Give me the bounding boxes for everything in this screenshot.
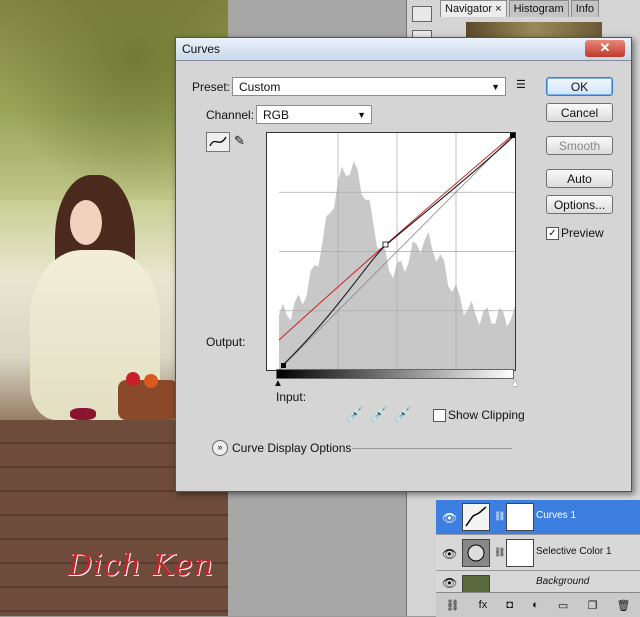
- tab-histogram[interactable]: Histogram: [508, 0, 569, 17]
- layer-mask-thumb[interactable]: [506, 539, 534, 567]
- curve-control-point: [382, 241, 389, 248]
- curves-dialog: Curves ✕ Preset: Custom ▼ ☰ Channel: RGB…: [175, 37, 632, 492]
- curve-endpoint-black: [281, 363, 286, 368]
- layer-name: Selective Color 1: [536, 546, 612, 557]
- curve-endpoint-white: [510, 133, 515, 138]
- close-button[interactable]: ✕: [585, 40, 625, 57]
- preset-label: Preset:: [192, 80, 231, 94]
- black-point-slider[interactable]: ▲: [273, 378, 283, 389]
- preview-label: Preview: [561, 226, 604, 240]
- smooth-button[interactable]: Smooth: [546, 136, 613, 155]
- new-layer-icon[interactable]: ❐: [587, 599, 597, 612]
- input-gradient-bar: [276, 369, 514, 379]
- eye-icon[interactable]: 👁: [442, 511, 457, 525]
- adjustment-icon[interactable]: ◐: [532, 599, 539, 611]
- chevron-down-icon: ▼: [357, 110, 366, 120]
- navigator-tabs: Navigator × Histogram Info: [440, 0, 601, 18]
- photo-woman-face: [70, 200, 102, 245]
- fx-icon[interactable]: fx: [479, 599, 488, 611]
- curve-edit-icon: [209, 136, 227, 147]
- show-clipping-checkbox[interactable]: [433, 409, 446, 422]
- auto-button[interactable]: Auto: [546, 169, 613, 188]
- preset-select[interactable]: Custom ▼: [232, 77, 506, 96]
- tab-navigator[interactable]: Navigator ×: [440, 0, 507, 17]
- photo-grapes: [70, 408, 96, 420]
- channel-select[interactable]: RGB ▼: [256, 105, 372, 124]
- expand-chevron-icon[interactable]: »: [212, 440, 228, 456]
- black-eyedropper-icon[interactable]: 💉: [346, 406, 363, 423]
- background-thumb: [462, 575, 490, 592]
- link-icon: ⛓: [494, 547, 506, 557]
- link-icon: ⛓: [494, 511, 506, 521]
- curve-point-tool[interactable]: [206, 132, 230, 152]
- photo-apple: [126, 372, 140, 386]
- channel-value: RGB: [263, 108, 290, 122]
- eye-icon[interactable]: 👁: [442, 547, 457, 561]
- output-label: Output:: [206, 335, 246, 349]
- options-divider: [352, 448, 512, 449]
- selective-color-icon: [462, 539, 490, 567]
- tab-info[interactable]: Info: [570, 0, 600, 17]
- dialog-titlebar[interactable]: Curves ✕: [176, 38, 631, 61]
- layer-row-selective-color[interactable]: 👁 ⛓ Selective Color 1: [436, 536, 640, 571]
- white-point-slider[interactable]: ▲: [510, 378, 520, 389]
- group-icon[interactable]: ▭: [558, 599, 568, 612]
- photo-signature: Dich Ken: [68, 548, 214, 583]
- cancel-button[interactable]: Cancel: [546, 103, 613, 122]
- curves-graph[interactable]: [266, 132, 516, 371]
- show-clipping-label: Show Clipping: [448, 408, 525, 422]
- trash-icon[interactable]: 🗑: [616, 599, 630, 612]
- white-eyedropper-icon[interactable]: 💉: [394, 406, 411, 423]
- curves-adjustment-icon: [462, 503, 490, 531]
- layer-name: Curves 1: [536, 510, 577, 521]
- curves-svg[interactable]: [267, 132, 516, 371]
- curve-display-options-label[interactable]: Curve Display Options: [232, 441, 351, 455]
- gray-eyedropper-icon[interactable]: 💉: [370, 406, 387, 423]
- panel-toggle-icon[interactable]: [412, 6, 432, 22]
- ok-button[interactable]: OK: [546, 77, 613, 96]
- preview-checkbox[interactable]: ✓: [546, 227, 559, 240]
- input-label: Input:: [276, 390, 307, 404]
- mask-icon[interactable]: ◘: [506, 599, 513, 611]
- photo-orange: [144, 374, 158, 388]
- layer-row-background[interactable]: 👁 Background: [436, 572, 640, 593]
- layer-mask-thumb[interactable]: [506, 503, 534, 531]
- channel-label: Channel:: [206, 108, 255, 122]
- link-icon[interactable]: ⛓: [446, 599, 460, 612]
- dialog-title: Curves: [182, 42, 221, 56]
- chevron-down-icon: ▼: [491, 82, 500, 92]
- eye-icon[interactable]: 👁: [442, 576, 457, 590]
- layer-row-curves[interactable]: 👁 ⛓ Curves 1: [436, 500, 640, 535]
- navigator-preview: [466, 22, 602, 38]
- preset-options-icon[interactable]: ☰: [516, 78, 526, 91]
- options-button[interactable]: Options...: [546, 195, 613, 214]
- layers-footer: ⛓ fx ◘ ◐ ▭ ❐ 🗑: [436, 592, 640, 617]
- layer-name: Background: [536, 576, 590, 587]
- preset-value: Custom: [239, 80, 281, 94]
- pencil-icon[interactable]: ✎: [234, 133, 245, 149]
